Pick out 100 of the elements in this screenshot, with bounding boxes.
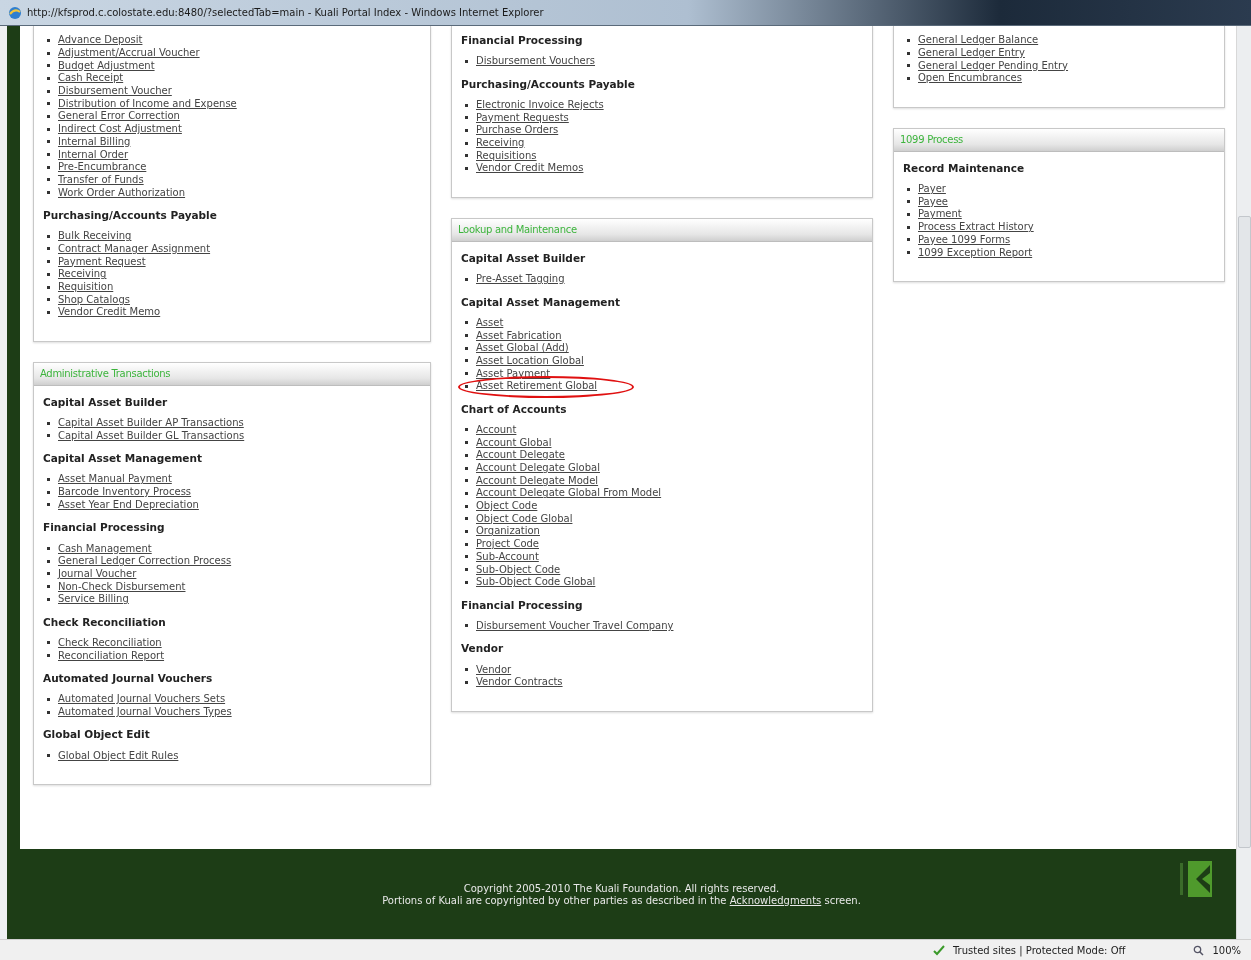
menu-link[interactable]: Transfer of Funds [58, 173, 144, 186]
menu-link[interactable]: Cash Management [58, 542, 152, 555]
menu-link[interactable]: Sub-Account [476, 550, 539, 563]
menu-link[interactable]: Barcode Inventory Process [58, 486, 192, 499]
window-title: http://kfsprod.c.colostate.edu:8480/?selectedTab=main - Kuali Portal Index - Windows Internet Explorer [27, 7, 544, 18]
section-heading: Check Reconciliation [43, 615, 167, 628]
menu-link[interactable]: Asset [476, 316, 504, 329]
menu-link[interactable]: Account Delegate Model [476, 474, 599, 487]
menu-link[interactable]: Asset Year End Depreciation [58, 498, 199, 511]
menu-link[interactable]: Capital Asset Builder GL Transactions [58, 429, 245, 442]
bullet-icon [465, 334, 468, 338]
bullet-icon [907, 187, 910, 191]
menu-link[interactable]: Vendor Credit Memos [476, 162, 584, 175]
menu-link[interactable]: Automated Journal Vouchers Types [58, 706, 232, 719]
menu-link[interactable]: Capital Asset Builder AP Transactions [58, 417, 244, 430]
menu-link[interactable]: Account Global [476, 436, 552, 449]
menu-link[interactable]: Pre-Asset Tagging [476, 273, 565, 286]
menu-link[interactable]: Internal Billing [58, 135, 131, 148]
bullet-icon [47, 641, 50, 645]
menu-link[interactable]: Account Delegate [476, 449, 565, 462]
bullet-icon [465, 504, 468, 508]
menu-link[interactable]: Asset Manual Payment [58, 473, 172, 486]
menu-link[interactable]: Work Order Authorization [58, 186, 186, 199]
menu-link[interactable]: Advance Deposit [58, 34, 143, 47]
menu-link[interactable]: Service Billing [58, 593, 129, 606]
panel-title: 1099 Process [900, 134, 963, 146]
menu-link[interactable]: Account Delegate Global [476, 462, 600, 475]
menu-link[interactable]: Payment [918, 208, 962, 221]
acknowledgments-link[interactable]: Acknowledgments [729, 894, 822, 906]
menu-link[interactable]: Open Encumbrances [918, 72, 1022, 85]
menu-link[interactable]: General Ledger Correction Process [58, 555, 232, 568]
menu-link[interactable]: Electronic Invoice Rejects [476, 99, 604, 112]
menu-link[interactable]: Journal Voucher [58, 567, 137, 580]
menu-link[interactable]: Cash Receipt [58, 72, 124, 85]
menu-link[interactable]: 1099 Exception Report [918, 246, 1033, 259]
menu-link[interactable]: Non-Check Disbursement [58, 580, 186, 593]
menu-link[interactable]: Contract Manager Assignment [58, 242, 211, 255]
bullet-icon [47, 421, 50, 425]
menu-link[interactable]: General Ledger Entry [918, 47, 1025, 60]
menu-link[interactable]: Bulk Receiving [58, 230, 132, 243]
menu-link[interactable]: Payee [918, 195, 948, 208]
security-zone-text: Trusted sites | Protected Mode: Off [952, 944, 1126, 956]
menu-link[interactable]: Budget Adjustment [58, 59, 155, 72]
menu-link[interactable]: Object Code Global [476, 512, 573, 525]
menu-link[interactable]: Shop Catalogs [58, 293, 130, 306]
menu-link[interactable]: Global Object Edit Rules [58, 749, 179, 762]
menu-link[interactable]: Requisition [58, 281, 114, 294]
bullet-icon [465, 141, 468, 145]
menu-link[interactable]: Sub-Object Code [476, 563, 561, 576]
menu-link[interactable]: General Ledger Balance [918, 34, 1039, 47]
menu-link[interactable]: Internal Order [58, 148, 129, 161]
menu-link[interactable]: Indirect Cost Adjustment [58, 123, 182, 136]
menu-link[interactable]: Disbursement Voucher [58, 85, 172, 98]
menu-link[interactable]: Adjustment/Accrual Voucher [58, 47, 200, 60]
bullet-icon [465, 128, 468, 132]
menu-link[interactable]: Automated Journal Vouchers Sets [58, 693, 226, 706]
menu-link[interactable]: Object Code [476, 500, 538, 513]
menu-link[interactable]: Payee 1099 Forms [918, 233, 1011, 246]
menu-link[interactable]: Distribution of Income and Expense [58, 97, 237, 110]
menu-link[interactable]: General Error Correction [58, 110, 180, 123]
menu-link[interactable]: Account [476, 423, 517, 436]
menu-link[interactable]: Account Delegate Global From Model [476, 487, 662, 500]
bullet-icon [47, 89, 50, 93]
menu-link[interactable]: Disbursement Vouchers [476, 55, 595, 68]
menu-link[interactable]: Asset Payment [476, 367, 551, 380]
menu-link[interactable]: Disbursement Voucher Travel Company [476, 619, 674, 632]
panel-title: Administrative Transactions [40, 368, 171, 380]
menu-link[interactable]: Vendor [476, 663, 512, 676]
menu-link[interactable]: Asset Location Global [476, 354, 584, 367]
scrollbar[interactable] [1236, 26, 1251, 939]
menu-link[interactable]: Check Reconciliation [58, 636, 162, 649]
magnifier-icon [1193, 944, 1205, 956]
menu-link[interactable]: Payer [918, 183, 946, 196]
menu-link[interactable]: Asset Global (Add) [476, 342, 569, 355]
section-heading: Record Maintenance [903, 161, 1026, 174]
menu-link[interactable]: Asset Fabrication [476, 329, 562, 342]
menu-link[interactable]: Payment Requests [476, 111, 569, 124]
section-heading: Chart of Accounts [461, 402, 568, 415]
menu-link[interactable]: Process Extract History [918, 221, 1034, 234]
menu-link[interactable]: Purchase Orders [476, 124, 559, 137]
menu-link[interactable]: Organization [476, 525, 540, 538]
menu-link[interactable]: Sub-Object Code Global [476, 576, 596, 589]
menu-link[interactable]: Vendor Contracts [476, 676, 563, 689]
menu-link[interactable]: Project Code [476, 538, 539, 551]
menu-link[interactable]: Reconciliation Report [58, 649, 165, 662]
zoom-level[interactable]: 100% [1212, 944, 1241, 956]
section-heading: Financial Processing [461, 598, 584, 611]
menu-link[interactable]: Requisitions [476, 149, 537, 162]
bullet-icon [47, 178, 50, 182]
menu-link[interactable]: Payment Request [58, 255, 146, 268]
menu-link[interactable]: Receiving [476, 137, 525, 150]
section-heading: Financial Processing [43, 521, 166, 534]
menu-link[interactable]: Pre-Encumbrance [58, 161, 147, 174]
menu-link[interactable]: General Ledger Pending Entry [918, 59, 1069, 72]
bullet-icon [465, 668, 468, 672]
logo-icon [1180, 859, 1214, 899]
menu-link[interactable]: Receiving [58, 268, 107, 281]
menu-link[interactable]: Asset Retirement Global [476, 380, 598, 393]
menu-link[interactable]: Vendor Credit Memo [58, 306, 161, 319]
bullet-icon [907, 251, 910, 255]
